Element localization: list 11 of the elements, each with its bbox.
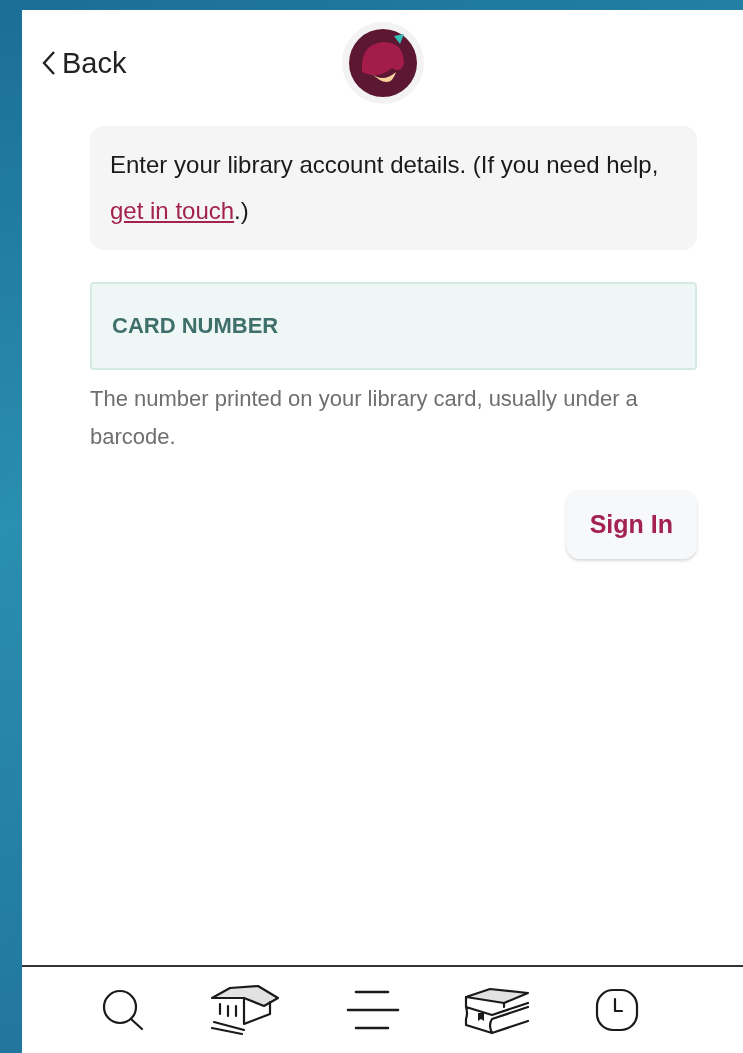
- logo-icon: [341, 22, 424, 104]
- sign-in-button[interactable]: Sign In: [565, 490, 697, 559]
- field-help-text: The number printed on your library card, usually under a barcode.: [90, 385, 639, 451]
- get-in-touch-link[interactable]: get in touch: [110, 197, 235, 224]
- chevron-left-icon: [42, 50, 56, 76]
- clock-icon: [593, 987, 640, 1033]
- back-button[interactable]: Back: [42, 46, 127, 80]
- card-number-field[interactable]: CARD NUMBER: [90, 282, 697, 370]
- back-label: Back: [62, 46, 127, 80]
- info-message: Enter your library account details. (If you need help, get in touch.): [90, 126, 697, 250]
- menu-icon: [345, 988, 400, 1032]
